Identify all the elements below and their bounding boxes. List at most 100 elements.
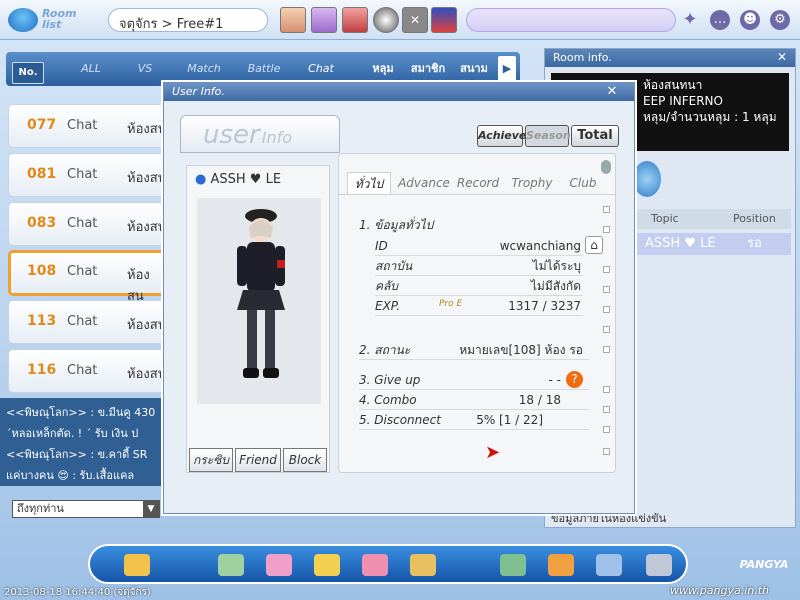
lobby-icon[interactable] [500,554,526,576]
tab-trophy[interactable]: Trophy [507,172,557,194]
settings-icon[interactable]: ⚙ [770,10,790,30]
whisper-button[interactable]: กระซิบ [189,448,233,472]
list-item[interactable]: 077 Chat ห้องสน [8,104,168,148]
tab-vs[interactable]: VS [120,56,170,82]
scroll-marker [603,346,610,353]
tab-all[interactable]: ALL [66,56,116,82]
tab-total[interactable]: Total [571,125,619,147]
list-item[interactable]: 116 Chat ห้องสน [8,349,168,393]
room-type: Chat [67,167,98,182]
scroll-marker [603,326,610,333]
tab-achieve[interactable]: Achieve. [477,125,531,147]
help-icon[interactable] [633,161,661,197]
combo-value: 18 / 18 [518,393,561,407]
giveup-row: 3. Give up - -? [359,370,589,390]
tab-advance[interactable]: Advance [397,172,451,194]
club-row: คลับ ไม่มีสังกัด [375,276,583,296]
bottom-toolbar [88,544,688,584]
dialog-title: User Info. [164,83,634,101]
block-button[interactable]: Block [283,448,327,472]
list-item[interactable]: 083 Chat ห้องสน [8,202,168,246]
back-icon[interactable] [124,554,150,576]
chat-bubble-icon[interactable]: … [710,10,730,30]
stats-panel: ทั่วไป Advance Record Trophy Club 1. ข้อ… [338,153,616,473]
chat-line: <<พิษณุโลก>> : ข.มีนคู 430 [6,406,156,419]
room-type: Chat [67,118,98,133]
avatar[interactable] [342,7,368,33]
site-url: www.pangya.in.th [670,584,770,597]
tab-chat[interactable]: Chat [296,56,346,82]
tab-general[interactable]: ทั่วไป [347,172,391,194]
sort-member[interactable]: สมาชิก [404,56,452,82]
player-icon: ● [195,172,207,187]
inventory-icon[interactable] [548,554,574,576]
chevron-down-icon[interactable]: ▼ [143,501,159,517]
room-number: 083 [27,215,57,231]
action-buttons: กระซิบ Friend Block [187,448,329,472]
room-number: 108 [27,263,57,279]
room-list-icon [8,8,38,32]
help-icon[interactable]: ? [566,371,583,388]
id-label: ID [375,239,388,253]
character-image [197,198,321,404]
avatar[interactable] [311,7,337,33]
status-value: หมายเลข[108] ห้อง รอ [459,343,583,357]
stat-scope-tabs: Achieve. Season Total [477,125,621,147]
tab-club[interactable]: Club [563,172,603,194]
tab-record[interactable]: Record [453,172,503,194]
status-label: 2. สถานะ [359,343,411,357]
cursor-icon: ➤ [485,442,501,463]
scroll-marker [603,266,610,273]
tab-match[interactable]: Match [176,56,232,82]
section-general: 1. ข้อมูลทั่วไป [359,218,434,232]
trophy-icon[interactable] [314,554,340,576]
pangya-logo: PANGYA [736,546,792,584]
sort-hole[interactable]: หลุม [366,56,400,82]
room-list-button[interactable]: Room list [6,4,86,36]
room-number: 113 [27,313,57,329]
search-input[interactable] [466,8,676,32]
friend-button[interactable]: Friend [235,448,281,472]
id-value: wcwanchiang [499,239,581,253]
disconnect-value: 5% [1 / 22] [476,413,543,427]
exp-row: EXP. Pro E 1317 / 3237 [375,296,583,316]
ghost-icon[interactable]: ☻ [740,10,760,30]
tab-divider [339,194,615,195]
room-name: ห้องสน [127,318,167,333]
avatar[interactable] [431,7,457,33]
close-icon[interactable]: ✕ [777,50,787,64]
sparkle-icon[interactable]: ✦ [680,10,700,30]
top-bar: Room list จตุจักร > Free#1 ✕ ✦ … ☻ ⚙ [0,0,800,40]
scrollbar-thumb[interactable] [601,160,611,174]
home-icon[interactable]: ⌂ [585,236,603,254]
tab-battle[interactable]: Battle [236,56,292,82]
breadcrumb: จตุจักร > Free#1 [108,8,268,32]
sort-number-button[interactable]: No. [12,62,44,84]
shop-icon[interactable] [218,554,244,576]
list-item[interactable]: 113 Chat ห้องสน [8,300,168,344]
next-arrow-icon[interactable]: ▶ [498,56,516,82]
avatar[interactable] [373,7,399,33]
list-item-selected[interactable]: 108 Chat ห้องสน [8,250,168,304]
avatar[interactable] [280,7,306,33]
room-name: ห้องสน [127,122,167,137]
character-figure [237,209,285,378]
logo-text: PANGYA [739,558,789,571]
player-nameplate: ● ASSH ♥ LE [187,166,329,192]
close-icon[interactable]: ✕ [604,84,620,100]
refresh-icon[interactable] [410,554,436,576]
close-icon[interactable]: ✕ [402,7,428,33]
tab-season[interactable]: Season [525,125,571,147]
sort-field[interactable]: สนาม [456,56,492,82]
chat-log: <<พิษณุโลก>> : ข.มีนคู 430 ´หลอเหล็กตัด.… [0,398,166,486]
scroll-marker [603,386,610,393]
col-position: Position [733,212,776,225]
gift-icon[interactable] [266,554,292,576]
settings-icon[interactable] [646,554,672,576]
chat-target-select[interactable]: ถึงทุกท่าน ▼ [12,500,160,518]
mail-icon[interactable] [596,554,622,576]
room-name: ห้องสน [127,171,167,186]
list-item[interactable]: 081 Chat ห้องสน [8,153,168,197]
home-icon[interactable] [362,554,388,576]
user-info-dialog: User Info. ✕ user Info Achieve. Season To… [163,82,635,514]
